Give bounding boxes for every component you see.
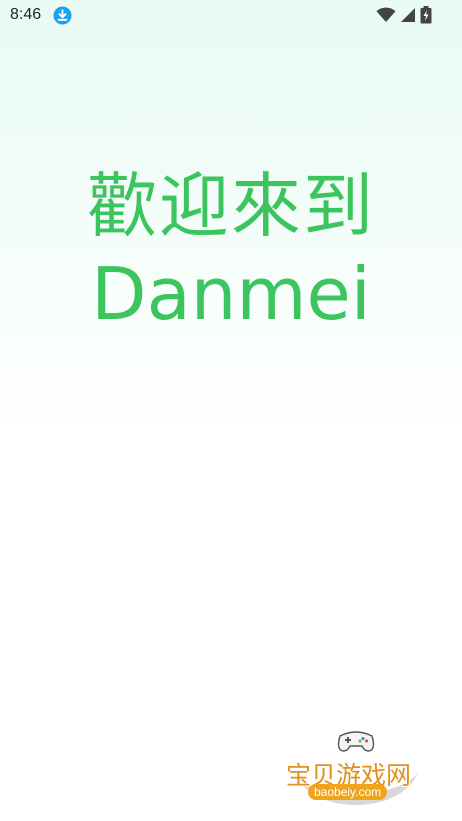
watermark-logo: 宝贝游戏网 baobeiy.com <box>282 724 432 814</box>
gamepad-icon <box>337 731 375 752</box>
status-time: 8:46 <box>10 6 42 23</box>
welcome-line-1: 歡迎來到 <box>87 165 375 247</box>
download-icon <box>53 6 72 25</box>
wifi-icon <box>376 7 396 22</box>
status-icons <box>376 6 432 24</box>
status-bar: 8:46 <box>0 0 462 30</box>
signal-icon <box>401 8 415 22</box>
welcome-heading: 歡迎來到 Danmei <box>0 160 462 336</box>
watermark-url: baobeiy.com <box>308 784 388 800</box>
app-name: Danmei <box>91 252 371 336</box>
battery-charging-icon <box>420 6 432 24</box>
